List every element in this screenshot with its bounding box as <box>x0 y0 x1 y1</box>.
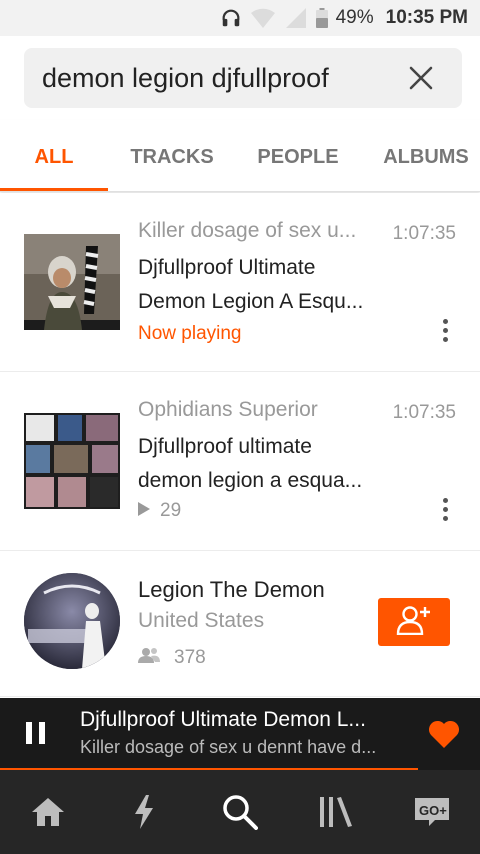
mini-player[interactable]: Djfullproof Ultimate Demon L... Killer d… <box>0 698 480 770</box>
user-location: United States <box>138 609 265 632</box>
battery-icon <box>315 8 328 28</box>
user-row[interactable]: Legion The Demon United States 378 <box>0 551 480 697</box>
track-duration: 1:07:35 <box>392 223 456 244</box>
follower-count: 378 <box>138 647 206 669</box>
active-tab-indicator <box>0 188 108 191</box>
track-title-line: demon legion a esqua... <box>138 469 363 492</box>
add-user-icon <box>396 605 432 640</box>
library-icon[interactable] <box>316 792 356 832</box>
track-title-line: Djfullproof Ultimate <box>138 256 316 279</box>
wifi-icon <box>250 7 276 29</box>
more-options-icon[interactable] <box>440 319 450 345</box>
pause-button[interactable] <box>26 722 46 744</box>
search-icon[interactable] <box>220 792 260 832</box>
track-title: Djfullproof ultimate demon legion a esqu… <box>138 430 388 498</box>
svg-text:GO+: GO+ <box>419 803 447 818</box>
search-box <box>24 48 462 108</box>
status-bar: 49% 10:35 PM <box>0 0 480 36</box>
play-count-value: 29 <box>160 500 182 521</box>
stream-icon[interactable] <box>124 792 164 832</box>
follower-count-value: 378 <box>174 647 206 668</box>
signal-icon <box>284 7 308 29</box>
headphones-icon <box>220 7 242 29</box>
user-name: Legion The Demon <box>138 577 325 602</box>
search-input[interactable] <box>42 62 392 94</box>
track-duration: 1:07:35 <box>392 402 456 423</box>
track-title-line: Demon Legion A Esqu... <box>138 290 364 313</box>
avatar <box>24 573 120 669</box>
track-artwork <box>24 413 120 509</box>
track-uploader: Ophidians Superior <box>138 398 318 421</box>
now-playing-label: Now playing <box>138 323 242 344</box>
tab-people[interactable]: PEOPLE <box>244 120 352 192</box>
clock: 10:35 PM <box>385 7 468 28</box>
close-icon[interactable] <box>408 65 434 91</box>
search-tabs: ALL TRACKS PEOPLE ALBUMS <box>0 120 480 192</box>
tab-tracks[interactable]: TRACKS <box>116 120 228 192</box>
tab-all[interactable]: ALL <box>0 120 108 192</box>
search-bar <box>0 36 480 120</box>
follow-button[interactable] <box>378 598 450 646</box>
tab-albums[interactable]: ALBUMS <box>372 120 480 192</box>
play-icon <box>138 500 150 522</box>
bottom-navigation: GO+ <box>0 770 480 854</box>
heart-icon[interactable] <box>428 719 460 749</box>
track-title-line: Djfullproof ultimate <box>138 435 312 458</box>
track-row[interactable]: Ophidians Superior 1:07:35 Djfullproof u… <box>0 372 480 551</box>
followers-icon <box>138 647 160 669</box>
player-track-uploader: Killer dosage of sex u dennt have d... <box>80 737 377 757</box>
track-row[interactable]: Killer dosage of sex u... 1:07:35 Djfull… <box>0 193 480 372</box>
battery-percent: 49% <box>335 7 374 28</box>
go-plus-icon[interactable]: GO+ <box>412 792 452 832</box>
track-uploader: Killer dosage of sex u... <box>138 219 357 242</box>
track-title: Djfullproof Ultimate Demon Legion A Esqu… <box>138 251 388 319</box>
track-artwork <box>24 234 120 330</box>
player-track-title: Djfullproof Ultimate Demon L... <box>80 708 366 731</box>
home-icon[interactable] <box>28 792 68 832</box>
play-count: 29 <box>138 500 181 522</box>
more-options-icon[interactable] <box>440 498 450 524</box>
